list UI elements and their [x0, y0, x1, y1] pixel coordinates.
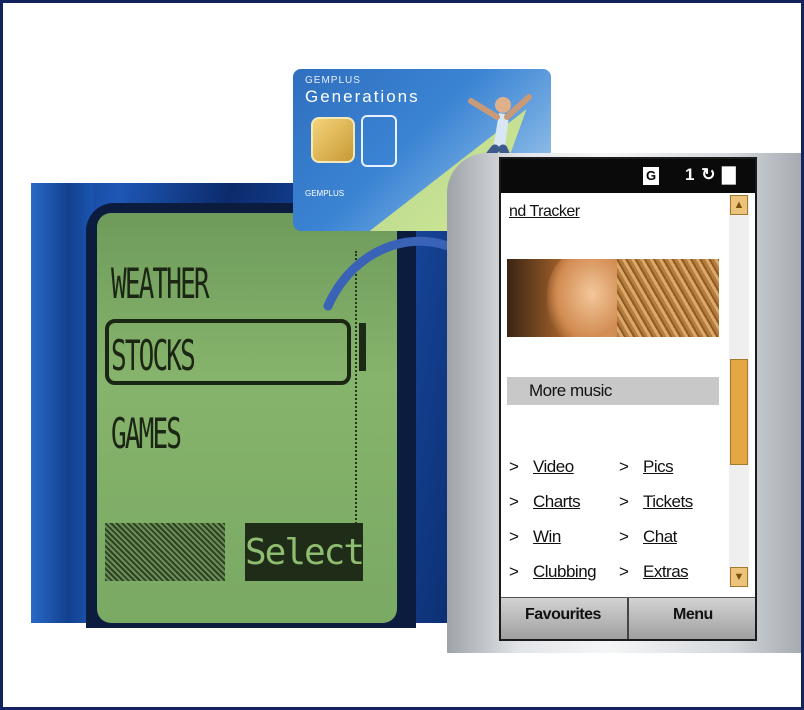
sim-brand-small: GEMPLUS	[305, 75, 361, 86]
chevron-right-icon: >	[509, 457, 519, 476]
softkey-divider	[627, 598, 629, 639]
scrollbar-thumb[interactable]	[730, 359, 748, 465]
chevron-right-icon: >	[509, 492, 519, 511]
menu-item-games[interactable]: GAMES	[111, 409, 182, 458]
lcd-scroll-thumb	[359, 323, 366, 371]
chevron-right-icon: >	[619, 492, 629, 511]
smartphone-screen: G 1 ↻ ▇ nd Tracker More music > Video > …	[499, 157, 757, 641]
softkey-bar: Favourites Menu	[501, 597, 755, 639]
link-row: > Charts > Tickets	[501, 488, 731, 518]
link-row: > Win > Chat	[501, 523, 731, 553]
sim-chip-outline	[361, 115, 397, 167]
chevron-right-icon: >	[619, 457, 629, 476]
status-bar: G 1 ↻ ▇	[501, 159, 755, 193]
network-indicator: G	[643, 167, 659, 185]
link-video[interactable]: Video	[533, 457, 574, 477]
signal-status: 1 ↻ ▇	[685, 165, 736, 185]
menu-item-weather[interactable]: WEATHER	[111, 259, 210, 308]
link-extras[interactable]: Extras	[643, 562, 689, 582]
banner-texture	[617, 259, 719, 337]
left-softkey-blank	[105, 523, 225, 581]
link-row: > Video > Pics	[501, 453, 731, 483]
sim-chip-icon	[311, 117, 355, 163]
more-music-label: More music	[529, 381, 612, 400]
more-music-bar[interactable]: More music	[507, 377, 719, 405]
chevron-right-icon: >	[619, 527, 629, 546]
link-charts[interactable]: Charts	[533, 492, 581, 512]
menu-softkey[interactable]: Menu	[673, 606, 713, 624]
chevron-right-icon: >	[619, 562, 629, 581]
sim-brand-title: Generations	[305, 87, 420, 106]
sync-icon: ↻	[701, 165, 717, 184]
link-row: > Clubbing > Extras	[501, 558, 731, 588]
signal-strength-icon: ▇	[722, 165, 737, 184]
link-win[interactable]: Win	[533, 527, 561, 547]
select-softkey[interactable]: Select	[245, 523, 365, 581]
menu-item-stocks[interactable]: STOCKS	[111, 331, 196, 380]
sim-maker-label: GEMPLUS	[305, 189, 345, 198]
music-banner-image[interactable]	[507, 259, 719, 337]
phone-side-ridge	[31, 183, 93, 623]
chevron-right-icon: >	[509, 562, 519, 581]
line-number: 1	[685, 165, 696, 184]
favourites-softkey[interactable]: Favourites	[525, 606, 601, 624]
header-link[interactable]: nd Tracker	[509, 203, 580, 221]
smartphone: G 1 ↻ ▇ nd Tracker More music > Video > …	[447, 153, 801, 653]
link-clubbing[interactable]: Clubbing	[533, 562, 597, 582]
link-chat[interactable]: Chat	[643, 527, 677, 547]
vertical-scrollbar[interactable]: ▲ ▼	[729, 195, 749, 587]
image-frame: WEATHER STOCKS GAMES Select GEMPLUS Gene…	[0, 0, 804, 710]
scroll-up-icon[interactable]: ▲	[730, 195, 748, 215]
link-pics[interactable]: Pics	[643, 457, 674, 477]
link-tickets[interactable]: Tickets	[643, 492, 693, 512]
chevron-right-icon: >	[509, 527, 519, 546]
scroll-down-icon[interactable]: ▼	[730, 567, 748, 587]
